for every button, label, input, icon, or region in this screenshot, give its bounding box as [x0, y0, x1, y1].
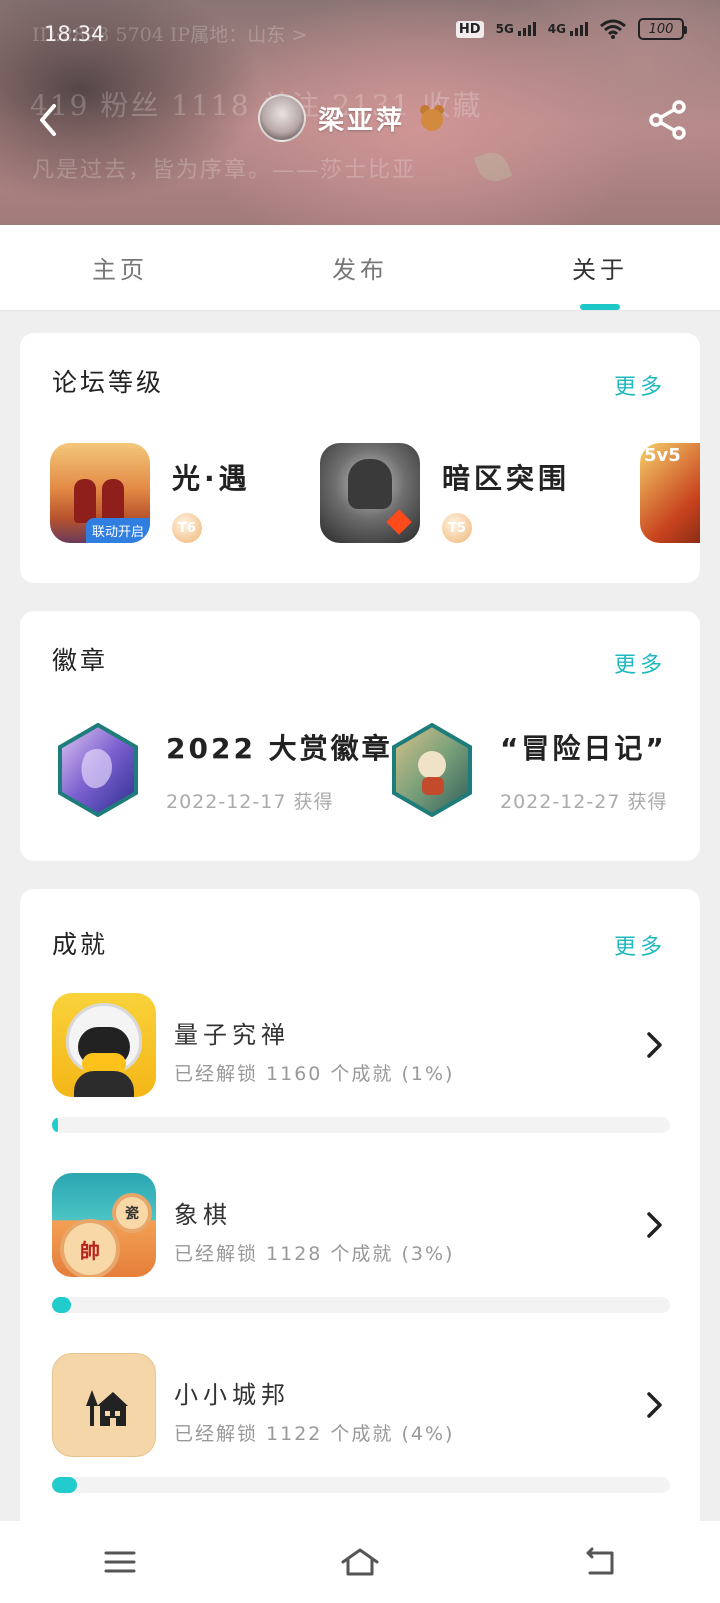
- achievement-progress-bar: [52, 1477, 670, 1493]
- badge-name: “冒险日记”: [500, 731, 667, 765]
- achievement-progress-fill: [52, 1477, 77, 1493]
- achievement-progress-fill: [52, 1117, 59, 1133]
- game-name: 暗区突围: [442, 462, 571, 495]
- badges-more-link[interactable]: 更多: [614, 647, 666, 679]
- achievements-more-link[interactable]: 更多: [614, 929, 666, 961]
- badges-card: 徽章 更多 2022 大赏徽章 2022-12-17 获得 “冒险日记” 202…: [20, 611, 700, 861]
- sky-game-icon: 联动开启: [50, 443, 150, 543]
- badge-item[interactable]: “冒险日记” 2022-12-27 获得: [390, 722, 668, 818]
- wifi-icon: [600, 19, 626, 39]
- game-tagline: 联动开启: [85, 518, 150, 543]
- signal-4g-icon: 4G: [548, 22, 588, 36]
- forum-game-item[interactable]: 暗区突围 T5: [320, 443, 570, 543]
- network-label-5g: 5G: [495, 22, 514, 36]
- little-city-game-icon: [52, 1353, 156, 1457]
- tab-home[interactable]: 主页: [0, 225, 240, 310]
- house-icon: [86, 1390, 128, 1426]
- badge-name: 2022 大赏徽章: [166, 731, 393, 765]
- status-icons: HD 5G 4G 100: [455, 18, 687, 40]
- forum-level-title: 论坛等级: [52, 368, 165, 397]
- chevron-right-icon: [647, 1212, 662, 1238]
- status-time: 18:34: [44, 22, 105, 46]
- back-button[interactable]: [28, 98, 68, 142]
- forum-level-badge: T5: [442, 513, 472, 543]
- achievement-progress-bar: [52, 1297, 670, 1313]
- achievement-game-name: 量子究禅: [174, 1021, 290, 1049]
- achievement-game-name: 象棋: [174, 1201, 232, 1229]
- home-nav-button[interactable]: [330, 1537, 390, 1587]
- menu-nav-button[interactable]: [90, 1537, 150, 1587]
- leaf-icon: [473, 147, 513, 187]
- forum-level-badge: T6: [172, 513, 202, 543]
- home-icon: [341, 1548, 379, 1576]
- achievement-item[interactable]: 小小城邦 已经解锁 1122 个成就 (4%): [52, 1353, 670, 1513]
- share-icon[interactable]: [646, 98, 690, 142]
- profile-signature: 凡是过去，皆为序章。——莎士比亚: [32, 158, 417, 183]
- game-icon-tag: 5v5: [644, 445, 681, 466]
- badge-date: 2022-12-17 获得: [166, 790, 334, 813]
- chess-piece-shuai: 帥: [60, 1219, 120, 1277]
- profile-summary[interactable]: 梁亚萍: [258, 94, 447, 142]
- badges-title: 徽章: [52, 646, 109, 675]
- game-name: 光·遇: [172, 462, 251, 495]
- teddy-bear-icon: [417, 103, 447, 133]
- achievement-item[interactable]: 量子究禅 已经解锁 1160 个成就 (1%): [52, 993, 670, 1153]
- battery-icon: 100: [638, 18, 687, 40]
- achievement-progress-bar: [52, 1117, 670, 1133]
- achievement-progress-fill: [52, 1297, 71, 1313]
- tab-posts[interactable]: 发布: [240, 225, 480, 310]
- network-label-4g: 4G: [547, 22, 566, 36]
- moba-game-icon: 5v5: [640, 443, 700, 543]
- forum-game-item[interactable]: 联动开启 光·遇 T6: [50, 443, 251, 543]
- return-icon: [586, 1547, 614, 1575]
- forum-level-more-link[interactable]: 更多: [614, 369, 666, 401]
- status-bar: 18:34 HD 5G 4G 100: [0, 0, 720, 64]
- forum-game-item[interactable]: 5v5: [640, 443, 700, 543]
- signal-5g-icon: 5G: [496, 22, 536, 36]
- arena-breakout-game-icon: [320, 443, 420, 543]
- back-nav-button[interactable]: [570, 1537, 630, 1587]
- achievement-game-name: 小小城邦: [174, 1381, 290, 1409]
- achievements-card: 成就 更多 量子究禅 已经解锁 1160 个成就 (1%) 帥 瓷 象棋 已经解…: [20, 889, 700, 1529]
- duck-game-icon: [52, 993, 156, 1097]
- achievements-title: 成就: [52, 930, 109, 959]
- achievement-unlock-count: 已经解锁 1160 个成就 (1%): [174, 1063, 455, 1085]
- badge-2022-icon: [56, 722, 140, 818]
- achievement-unlock-count: 已经解锁 1128 个成就 (3%): [174, 1243, 455, 1265]
- forum-level-card: 论坛等级 更多 联动开启 光·遇 T6 暗区突围 T5 5v5: [20, 333, 700, 583]
- chevron-right-icon: [647, 1032, 662, 1058]
- achievement-item[interactable]: 帥 瓷 象棋 已经解锁 1128 个成就 (3%): [52, 1173, 670, 1333]
- chevron-left-icon: [40, 104, 56, 136]
- badge-adventure-diary-icon: [390, 722, 474, 818]
- system-navigation-bar: [0, 1521, 720, 1603]
- avatar[interactable]: [258, 94, 306, 142]
- menu-icon: [104, 1551, 136, 1573]
- badge-date: 2022-12-27 获得: [500, 790, 668, 813]
- achievement-unlock-count: 已经解锁 1122 个成就 (4%): [174, 1423, 455, 1445]
- chess-piece: 瓷: [112, 1193, 152, 1233]
- profile-tabs: 主页 发布 关于: [0, 225, 720, 311]
- badge-item[interactable]: 2022 大赏徽章 2022-12-17 获得: [56, 722, 393, 818]
- user-name: 梁亚萍: [318, 105, 406, 136]
- tab-about[interactable]: 关于: [480, 225, 720, 310]
- profile-header: ID:2893 5704 IP属地：山东 > 419 粉丝 1118 关注 21…: [0, 0, 720, 225]
- chevron-right-icon: [647, 1392, 662, 1418]
- hd-icon: HD: [455, 20, 484, 38]
- chinese-chess-game-icon: 帥 瓷: [52, 1173, 156, 1277]
